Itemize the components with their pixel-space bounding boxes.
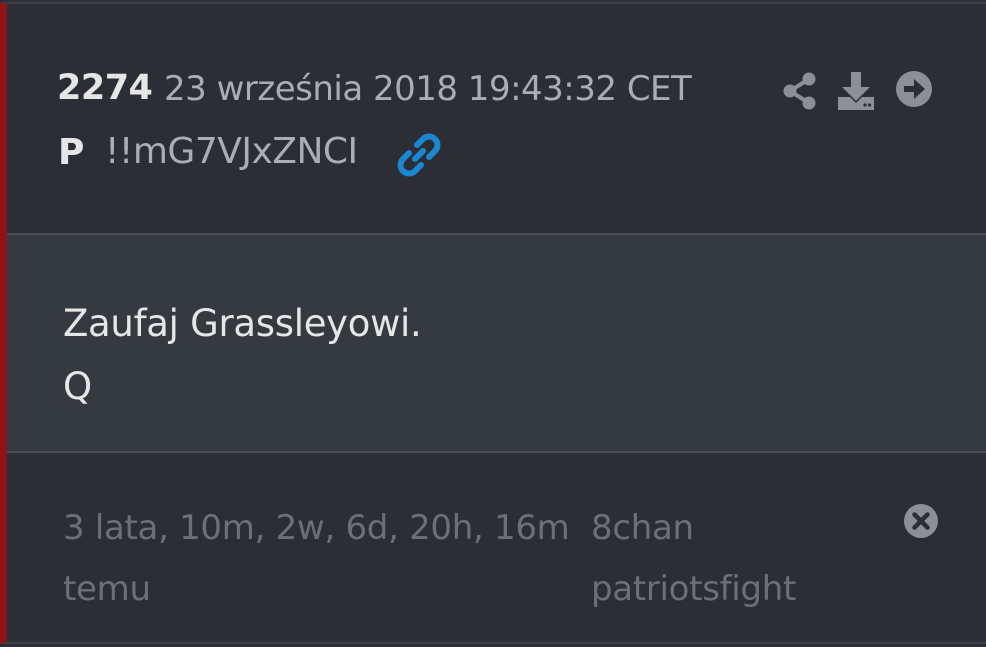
post-text-line: Q xyxy=(63,365,92,408)
elapsed-time-value: 3 lata, 10m, 2w, 6d, 20h, 16m xyxy=(63,508,570,548)
post-body: Zaufaj Grassleyowi. Q xyxy=(7,235,986,453)
source-board: patriotsfight xyxy=(591,569,796,609)
tripcode: !!mG7VJxZNCI xyxy=(105,131,358,172)
link-icon[interactable] xyxy=(396,132,442,178)
post-number[interactable]: 2274 xyxy=(57,68,153,108)
elapsed-time: 3 lata, 10m, 2w, 6d, 20h, 16m temu xyxy=(63,498,583,620)
post-header: 2274 23 września 2018 19:43:32 CET P !!m… xyxy=(7,4,986,235)
post-date: 23 września 2018 19:43:32 CET xyxy=(164,69,692,109)
close-circle-icon[interactable] xyxy=(903,503,939,539)
post-text-line: Zaufaj Grassleyowi. xyxy=(63,302,422,345)
download-icon[interactable] xyxy=(837,71,875,111)
post-footer: 3 lata, 10m, 2w, 6d, 20h, 16m temu 8chan… xyxy=(7,453,986,642)
post-source[interactable]: 8chan patriotsfight xyxy=(591,498,871,620)
elapsed-time-suffix: temu xyxy=(63,569,151,609)
share-icon[interactable] xyxy=(782,72,818,110)
source-site: 8chan xyxy=(591,508,694,548)
arrow-right-circle-icon[interactable] xyxy=(895,70,933,108)
post-card: 2274 23 września 2018 19:43:32 CET P !!m… xyxy=(0,2,986,644)
author-name: P xyxy=(58,132,85,173)
